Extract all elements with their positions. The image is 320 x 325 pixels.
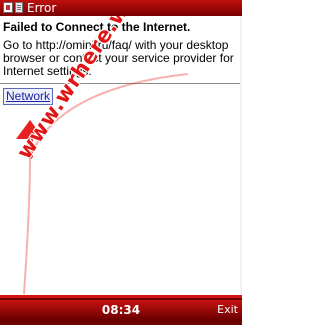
error-heading: Failed to Connect to the Internet. <box>3 20 191 34</box>
separator-line <box>0 83 242 84</box>
scrollbar-track <box>240 16 242 295</box>
arrow-head <box>16 120 44 139</box>
softkey-bar: 08:34 Exit <box>0 295 242 325</box>
title-bar: Error <box>0 0 242 16</box>
app-icon <box>3 2 13 13</box>
page-icon <box>15 2 23 13</box>
window-title: Error <box>27 1 57 15</box>
exit-softkey[interactable]: Exit <box>217 300 238 320</box>
softkey-top-strip <box>0 295 242 298</box>
network-link[interactable]: Network <box>3 88 54 105</box>
error-description: Go to http://omini.ru/faq/ with your des… <box>3 38 234 78</box>
error-message-block: Failed to Connect to the Internet. Go to… <box>3 20 239 78</box>
watermark-curve <box>23 73 189 295</box>
clock-time: 08:34 <box>101 303 141 317</box>
page-content: Failed to Connect to the Internet. Go to… <box>0 16 242 295</box>
phone-screen: Error Failed to Connect to the Internet.… <box>0 0 242 325</box>
